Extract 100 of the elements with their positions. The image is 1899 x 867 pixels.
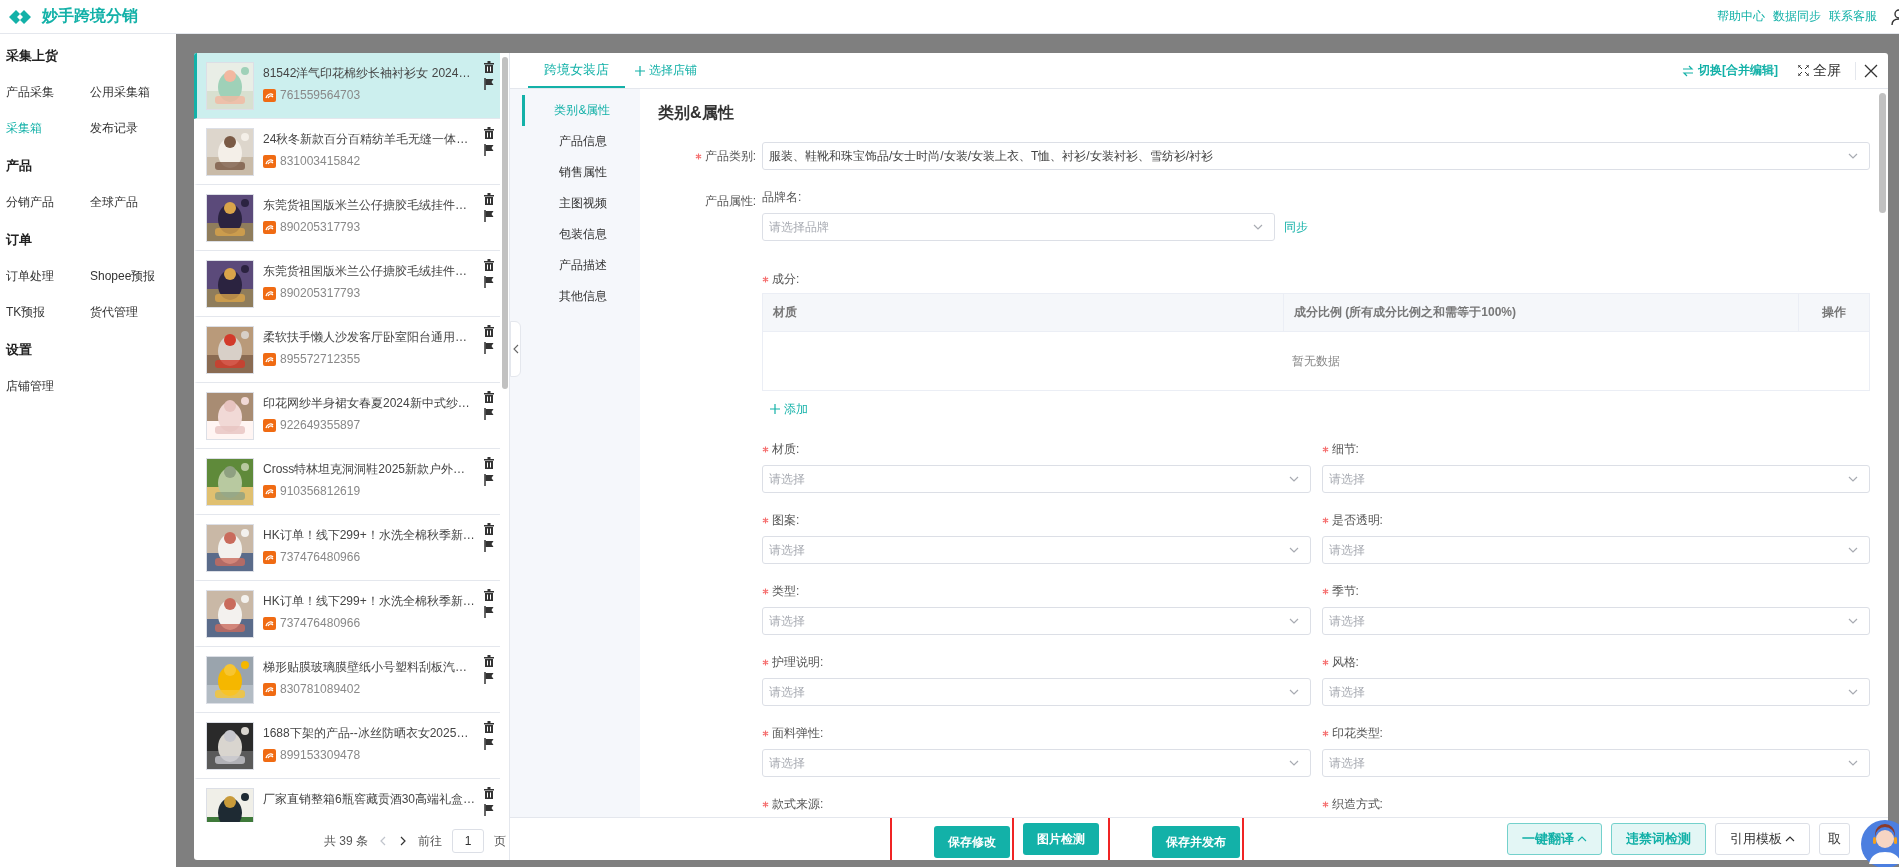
product-id: 922649355897	[280, 418, 361, 432]
fullscreen-icon	[1798, 65, 1809, 76]
field-label: 面料弹性:	[772, 724, 824, 742]
section-nav-item[interactable]: 主图视频	[522, 188, 640, 219]
trash-icon[interactable]	[484, 127, 494, 139]
field-label: 款式来源:	[772, 795, 824, 813]
sidebar-item[interactable]: 订单处理	[6, 258, 90, 294]
product-title: 1688下架的产品--冰丝防晒衣女2025…	[263, 725, 470, 742]
flag-icon[interactable]	[484, 342, 494, 354]
source-logo-icon	[263, 286, 276, 300]
product-title: 24秋冬新款百分百精纺羊毛无缝一体…	[263, 131, 470, 148]
chevron-left-icon	[512, 344, 519, 354]
flag-icon[interactable]	[484, 804, 494, 816]
flag-icon[interactable]	[484, 672, 494, 684]
product-list-item[interactable]: 81542洋气印花棉纱长袖衬衫女 2024… 761559564703	[194, 53, 500, 119]
section-nav-item[interactable]: 销售属性	[522, 157, 640, 188]
field-label: 护理说明:	[772, 653, 824, 671]
sidebar-item[interactable]: 店铺管理	[6, 368, 90, 404]
sidebar-item[interactable]: 公用采集箱	[90, 74, 176, 110]
action-button[interactable]: 取	[1819, 823, 1850, 855]
sidebar-item[interactable]: 产品采集	[6, 74, 90, 110]
field-label: 风格:	[1331, 653, 1359, 671]
source-logo-icon	[263, 748, 276, 762]
action-button[interactable]: 引用模板	[1715, 823, 1810, 855]
page-input[interactable]: 1	[452, 829, 484, 853]
trash-icon[interactable]	[484, 61, 494, 73]
total-count: 共 39 条	[324, 832, 368, 850]
trash-icon[interactable]	[484, 589, 494, 601]
field-label: 成分:	[772, 270, 800, 288]
section-nav-item[interactable]: 产品信息	[522, 126, 640, 157]
section-nav-item[interactable]: 包装信息	[522, 219, 640, 250]
sidebar-item[interactable]: 分销产品	[6, 184, 90, 220]
empty-text: 暂无数据	[1292, 353, 1340, 368]
flag-icon[interactable]	[484, 474, 494, 486]
flag-icon[interactable]	[484, 78, 494, 90]
app-title: 妙手跨境分销	[42, 6, 138, 26]
source-logo-icon	[263, 550, 276, 564]
product-id: 761559564703	[280, 88, 361, 102]
chevron-right-icon[interactable]	[398, 835, 408, 847]
product-title: HK订单！线下299+！水洗全棉秋季新…	[263, 593, 476, 610]
field-label: 印花类型:	[1331, 724, 1383, 742]
product-id: 737476480966	[280, 616, 361, 630]
sidebar-item[interactable]: 货代管理	[90, 294, 176, 330]
trash-icon[interactable]	[484, 787, 494, 799]
flag-icon[interactable]	[484, 210, 494, 222]
sidebar-item[interactable]: Shopee预报	[90, 258, 176, 294]
flag-icon[interactable]	[484, 738, 494, 750]
trash-icon[interactable]	[484, 391, 494, 403]
flag-icon[interactable]	[484, 408, 494, 420]
field-label: 品牌名:	[762, 188, 802, 206]
trash-icon[interactable]	[484, 457, 494, 469]
scrollbar[interactable]	[502, 57, 508, 389]
trash-icon[interactable]	[484, 523, 494, 535]
product-id: 890205317793	[280, 286, 361, 300]
flag-icon[interactable]	[484, 540, 494, 552]
flag-icon[interactable]	[484, 606, 494, 618]
field-label: 产品属性:	[704, 192, 756, 210]
column-header: 操作	[1798, 293, 1870, 332]
support-avatar-icon[interactable]	[1861, 820, 1899, 867]
trash-icon[interactable]	[484, 721, 494, 733]
product-title: HK订单！线下299+！水洗全棉秋季新…	[263, 527, 476, 544]
goto-label: 前往	[418, 832, 442, 850]
close-icon[interactable]	[1864, 63, 1878, 78]
product-title: 东莞货祖国版米兰公仔搪胶毛绒挂件…	[263, 263, 468, 280]
field-label: 织造方式:	[1331, 795, 1383, 813]
section-nav-item[interactable]: 其他信息	[522, 281, 640, 312]
collapse-handle[interactable]	[510, 321, 521, 377]
sidebar-item[interactable]: 发布记录	[90, 110, 176, 146]
sidebar-section-title: 设置	[6, 341, 33, 359]
section-heading: 类别&属性	[658, 103, 735, 123]
sidebar-section-title: 产品	[6, 157, 33, 175]
category-select[interactable]: 服装、鞋靴和珠宝饰品/女士时尚/女装/女装上衣、T恤、衬衫/女装衬衫、雪纺衫/衬衫	[762, 142, 1870, 170]
product-title: 梯形贴膜玻璃膜壁纸小号塑料刮板汽…	[263, 659, 468, 676]
plus-icon	[770, 404, 780, 414]
trash-icon[interactable]	[484, 259, 494, 271]
section-nav-item[interactable]: 产品描述	[522, 250, 640, 281]
field-label: 材质:	[772, 440, 800, 458]
flag-icon[interactable]	[484, 144, 494, 156]
flag-icon[interactable]	[484, 276, 494, 288]
product-id: 899153309478	[280, 748, 361, 762]
product-id: 737476480966	[280, 550, 361, 564]
product-title: 81542洋气印花棉纱长袖衬衫女 2024…	[263, 65, 472, 82]
field-label: 产品类别:	[704, 147, 756, 165]
scrollbar[interactable]	[1879, 93, 1886, 213]
column-header: 成分比例 (所有成分比例之和需等于100%)	[1283, 293, 1799, 332]
source-logo-icon	[263, 418, 276, 432]
source-logo-icon	[263, 154, 276, 168]
trash-icon[interactable]	[484, 193, 494, 205]
trash-icon[interactable]	[484, 325, 494, 337]
source-logo-icon	[263, 352, 276, 366]
page-unit: 页	[494, 832, 506, 850]
sidebar-item[interactable]: TK预报	[6, 294, 90, 330]
product-id: 831003415842	[280, 154, 361, 168]
sidebar-section-title: 订单	[6, 231, 33, 249]
sidebar-item[interactable]: 全球产品	[90, 184, 176, 220]
field-label: 类型:	[772, 582, 800, 600]
field-label: 图案:	[772, 511, 800, 529]
swap-icon	[1682, 64, 1694, 77]
fullscreen-button[interactable]: 全屏	[1792, 60, 1847, 81]
trash-icon[interactable]	[484, 655, 494, 667]
